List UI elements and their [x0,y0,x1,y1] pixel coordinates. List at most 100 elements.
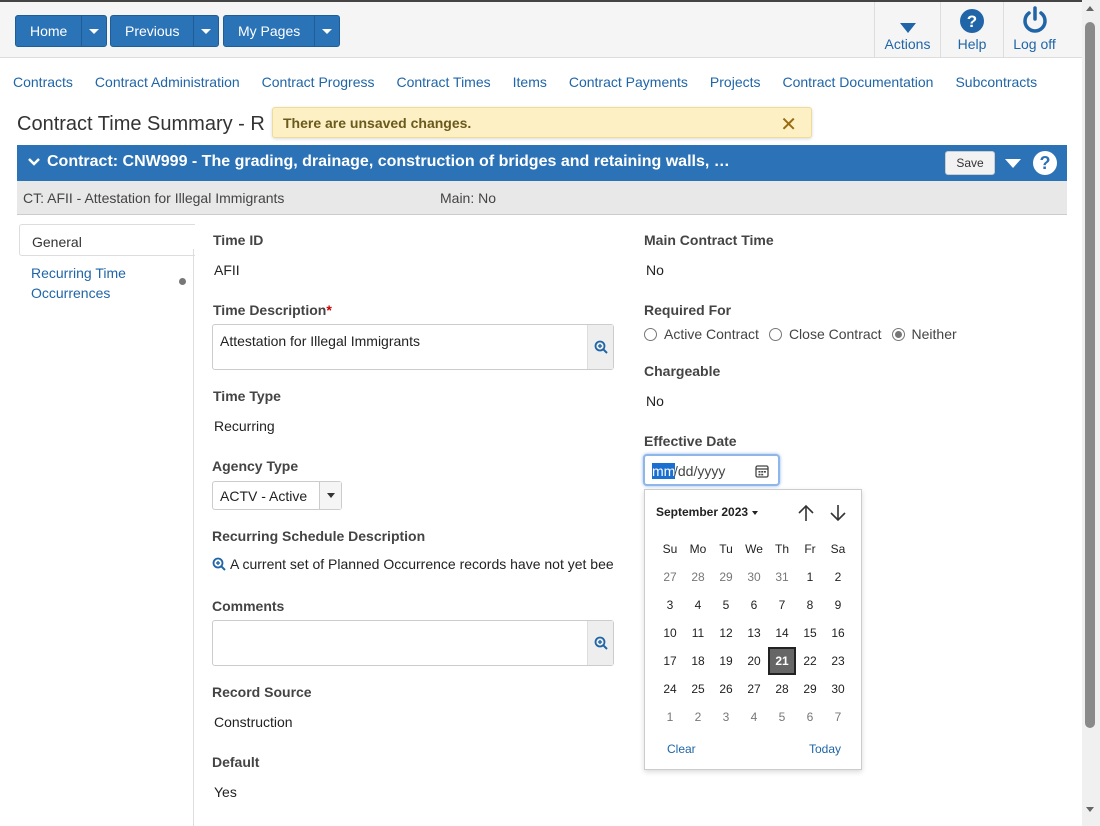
calendar-day[interactable]: 20 [740,647,768,675]
calendar-day[interactable]: 13 [740,619,768,647]
calendar-day[interactable]: 17 [656,647,684,675]
help-icon[interactable]: ? [1033,151,1057,175]
calendar-day[interactable]: 6 [740,591,768,619]
top-toolbar: Home Previous My Pages Actions ? Help Lo… [0,0,1082,58]
nav-projects[interactable]: Projects [710,74,761,90]
calendar-day[interactable]: 15 [796,619,824,647]
nav-contract-payments[interactable]: Contract Payments [569,74,688,90]
chevron-down-icon[interactable] [28,154,40,173]
nav-contracts[interactable]: Contracts [13,74,73,90]
tab-general[interactable]: General [19,224,195,256]
log-off-button[interactable]: Log off [1003,2,1065,58]
radio-circle-selected[interactable] [891,327,905,341]
calendar-day[interactable]: 7 [768,591,796,619]
calendar-day-today[interactable]: 21 [768,647,796,675]
contract-menu-caret-icon[interactable] [1005,159,1021,168]
comments-input[interactable] [212,620,614,666]
weekday-label: Mo [689,542,707,556]
date-remaining-segments[interactable]: /dd/yyyy [674,463,725,479]
calendar-day[interactable]: 2 [684,703,712,731]
radio-neither[interactable]: Neither [891,326,957,342]
help-button[interactable]: ? Help [940,2,1003,58]
calendar-day[interactable]: 1 [796,563,824,591]
nav-subcontracts[interactable]: Subcontracts [955,74,1037,90]
calendar-day[interactable]: 4 [740,703,768,731]
nav-contract-times[interactable]: Contract Times [396,74,490,90]
calendar-day[interactable]: 27 [740,675,768,703]
calendar-day[interactable]: 12 [712,619,740,647]
time-description-input[interactable]: Attestation for Illegal Immigrants [212,324,614,370]
home-dropdown-caret-icon[interactable] [82,16,106,46]
scrollbar-thumb[interactable] [1085,22,1095,728]
nav-contract-documentation[interactable]: Contract Documentation [783,74,934,90]
zoom-icon[interactable] [212,557,226,574]
calendar-day[interactable]: 1 [656,703,684,731]
arrow-down-icon[interactable] [829,503,847,526]
my-pages-button[interactable]: My Pages [224,16,316,46]
calendar-day[interactable]: 26 [712,675,740,703]
previous-dropdown-caret-icon[interactable] [194,16,218,46]
calendar-day[interactable]: 31 [768,563,796,591]
calendar-day[interactable]: 7 [824,703,852,731]
calendar-day[interactable]: 11 [684,619,712,647]
calendar-day[interactable]: 28 [684,563,712,591]
calendar-day[interactable]: 19 [712,647,740,675]
my-pages-split-button[interactable]: My Pages [223,15,341,47]
scroll-up-arrow-icon[interactable] [1086,6,1094,11]
calendar-icon[interactable] [755,464,769,481]
previous-button[interactable]: Previous [111,16,195,46]
nav-contract-progress[interactable]: Contract Progress [262,74,375,90]
calendar-day[interactable]: 29 [796,675,824,703]
calendar-day[interactable]: 28 [768,675,796,703]
nav-items[interactable]: Items [513,74,547,90]
arrow-up-icon[interactable] [797,503,815,526]
zoom-icon[interactable] [587,621,613,665]
calendar-day[interactable]: 6 [796,703,824,731]
calendar-day[interactable]: 5 [712,591,740,619]
radio-close-contract[interactable]: Close Contract [768,326,882,342]
calendar-day[interactable]: 8 [796,591,824,619]
effective-date-input[interactable]: mm /dd/yyyy [643,454,780,486]
today-button[interactable]: Today [809,742,841,756]
calendar-day[interactable]: 10 [656,619,684,647]
calendar-day[interactable]: 3 [656,591,684,619]
calendar-day[interactable]: 27 [656,563,684,591]
radio-label: Neither [911,326,957,342]
calendar-day[interactable]: 25 [684,675,712,703]
calendar-day[interactable]: 24 [656,675,684,703]
calendar-day[interactable]: 16 [824,619,852,647]
calendar-day[interactable]: 14 [768,619,796,647]
calendar-day[interactable]: 4 [684,591,712,619]
zoom-icon[interactable] [587,325,613,369]
save-button[interactable]: Save [945,151,995,175]
home-split-button[interactable]: Home [15,15,108,47]
calendar-day[interactable]: 9 [824,591,852,619]
calendar-day[interactable]: 23 [824,647,852,675]
radio-active-contract[interactable]: Active Contract [644,326,759,342]
actions-button[interactable]: Actions [874,2,940,58]
calendar-day[interactable]: 22 [796,647,824,675]
calendar-day[interactable]: 5 [768,703,796,731]
calendar-day[interactable]: 3 [712,703,740,731]
calendar-day[interactable]: 18 [684,647,712,675]
nav-contract-administration[interactable]: Contract Administration [95,74,240,90]
radio-circle[interactable] [768,327,782,341]
time-description-label: Time Description* [213,302,332,318]
radio-circle[interactable] [644,327,657,341]
previous-split-button[interactable]: Previous [110,15,220,47]
calendar-day[interactable]: 30 [824,675,852,703]
calendar-day[interactable]: 2 [824,563,852,591]
page-scrollbar[interactable] [1082,0,1100,826]
close-icon[interactable]: ✕ [780,112,797,137]
date-month-segment[interactable]: mm [652,463,676,479]
calendar-day[interactable]: 30 [740,563,768,591]
clear-button[interactable]: Clear [667,742,696,756]
tab-recurring-time-occurrences[interactable]: Recurring Time Occurrences [31,263,161,303]
calendar-day[interactable]: 29 [712,563,740,591]
agency-type-select[interactable]: ACTV - Active [212,481,342,510]
my-pages-dropdown-caret-icon[interactable] [315,16,339,46]
chevron-down-icon[interactable] [319,482,341,509]
scroll-down-arrow-icon[interactable] [1086,807,1094,812]
home-button[interactable]: Home [16,16,83,46]
month-year-selector[interactable]: September 2023 [656,505,758,519]
